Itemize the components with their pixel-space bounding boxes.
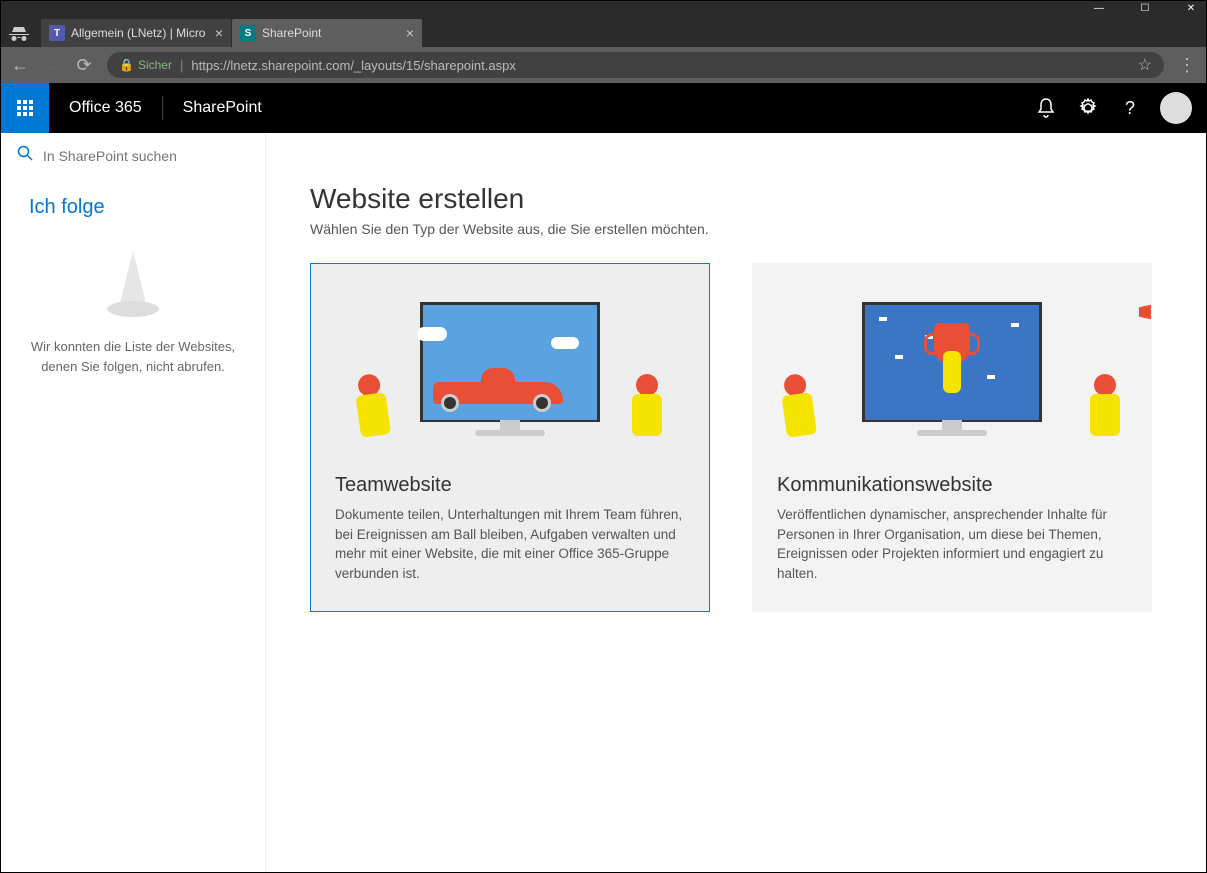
browser-addressbar: ← → ⟳ 🔒 Sicher | https://lnetz.sharepoin… bbox=[1, 47, 1206, 83]
card-desc: Veröffentlichen dynamischer, ansprechend… bbox=[777, 505, 1127, 583]
sharepoint-icon: S bbox=[240, 25, 256, 41]
page-title: Website erstellen bbox=[310, 183, 1162, 215]
suite-brand[interactable]: Office 365 bbox=[49, 99, 162, 117]
tab-close-button[interactable]: × bbox=[215, 25, 223, 41]
app-launcher-button[interactable] bbox=[1, 83, 49, 133]
lock-icon: 🔒 Sicher bbox=[119, 58, 172, 72]
tab-label: Allgemein (LNetz) | Micro bbox=[71, 26, 205, 40]
suite-app-name[interactable]: SharePoint bbox=[163, 99, 282, 117]
help-icon[interactable]: ? bbox=[1118, 96, 1142, 120]
forward-button[interactable]: → bbox=[43, 55, 61, 76]
search-input[interactable] bbox=[43, 148, 249, 164]
notifications-icon[interactable] bbox=[1034, 96, 1058, 120]
card-title: Kommunikationswebsite bbox=[777, 474, 1127, 497]
tab-teams[interactable]: T Allgemein (LNetz) | Micro × bbox=[41, 19, 231, 47]
card-desc: Dokumente teilen, Unterhaltungen mit Ihr… bbox=[335, 505, 685, 583]
main-content: Website erstellen Wählen Sie den Typ der… bbox=[266, 133, 1206, 872]
waffle-icon bbox=[17, 100, 33, 116]
browser-tabbar: T Allgemein (LNetz) | Micro × S SharePoi… bbox=[1, 15, 1206, 47]
suite-header: Office 365 SharePoint ? bbox=[1, 83, 1206, 133]
url-input[interactable]: 🔒 Sicher | https://lnetz.sharepoint.com/… bbox=[107, 52, 1164, 78]
back-button[interactable]: ← bbox=[11, 55, 29, 76]
window-titlebar: — ☐ ✕ bbox=[1, 1, 1206, 15]
bookmark-star-icon[interactable]: ☆ bbox=[1138, 55, 1152, 75]
communicationsite-illustration bbox=[753, 264, 1151, 460]
secure-label: Sicher bbox=[138, 58, 172, 72]
follow-heading: Ich folge bbox=[1, 178, 265, 235]
tab-close-button[interactable]: × bbox=[406, 25, 414, 41]
url-text: https://lnetz.sharepoint.com/_layouts/15… bbox=[191, 58, 515, 73]
teamsite-illustration bbox=[311, 264, 709, 460]
tab-label: SharePoint bbox=[262, 26, 321, 40]
search-icon bbox=[17, 145, 33, 166]
reload-button[interactable]: ⟳ bbox=[75, 55, 93, 76]
incognito-icon bbox=[5, 19, 33, 47]
settings-gear-icon[interactable] bbox=[1076, 96, 1100, 120]
card-communicationsite[interactable]: Kommunikationswebsite Veröffentlichen dy… bbox=[752, 263, 1152, 612]
follow-empty-text: Wir konnten die Liste der Websites, dene… bbox=[1, 337, 265, 376]
tab-sharepoint[interactable]: S SharePoint × bbox=[232, 19, 422, 47]
card-title: Teamwebsite bbox=[335, 474, 685, 497]
megaphone-icon bbox=[1139, 300, 1151, 324]
page-subtitle: Wählen Sie den Typ der Website aus, die … bbox=[310, 221, 1162, 237]
minimize-button[interactable]: — bbox=[1092, 1, 1106, 15]
empty-state-cone-icon bbox=[1, 235, 265, 337]
card-teamsite[interactable]: Teamwebsite Dokumente teilen, Unterhaltu… bbox=[310, 263, 710, 612]
close-window-button[interactable]: ✕ bbox=[1184, 1, 1198, 15]
user-avatar[interactable] bbox=[1160, 92, 1192, 124]
teams-icon: T bbox=[49, 25, 65, 41]
maximize-button[interactable]: ☐ bbox=[1138, 1, 1152, 15]
browser-menu-button[interactable]: ⋮ bbox=[1178, 55, 1196, 76]
sidebar: Ich folge Wir konnten die Liste der Webs… bbox=[1, 133, 266, 872]
